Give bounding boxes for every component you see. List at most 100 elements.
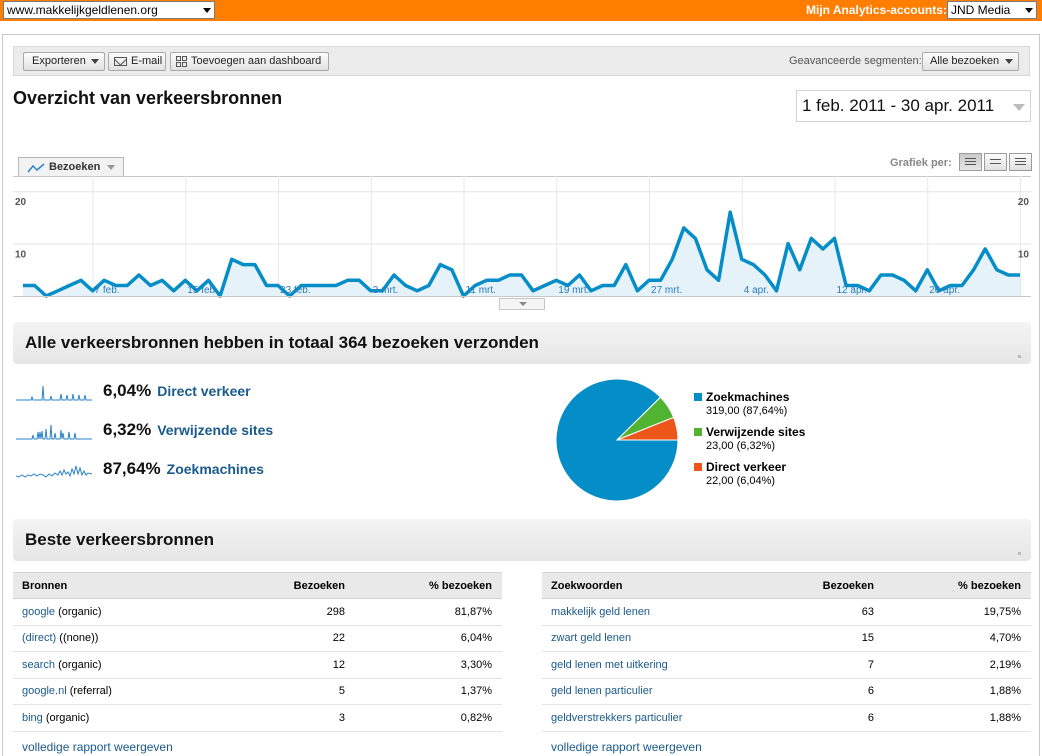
keywords-full-report-link[interactable]: volledige rapport weergeven xyxy=(551,740,702,754)
visits-cell: 5 xyxy=(233,678,345,705)
dashboard-icon xyxy=(176,56,187,67)
chevron-down-icon xyxy=(1025,8,1033,13)
legend-name: Zoekmachines xyxy=(706,390,790,404)
legend-value: 22,00 (6,04%) xyxy=(706,475,776,487)
source-link[interactable]: google xyxy=(22,606,55,618)
table-row: geldverstrekkers particulier 6 1,88% xyxy=(542,704,1031,732)
chevron-down-icon xyxy=(107,165,115,170)
visits-cell: 22 xyxy=(233,625,345,652)
best-sources-header: Beste verkeersbronnen xyxy=(13,519,1031,561)
summary-title: Alle verkeersbronnen hebben in totaal 36… xyxy=(25,333,539,352)
pct-cell: 19,75% xyxy=(874,598,1031,626)
column-header[interactable]: % bezoeken xyxy=(345,572,502,599)
x-tick-label: 20 apr. xyxy=(929,285,960,296)
envelope-icon xyxy=(114,57,127,66)
sources-full-report-link[interactable]: volledige rapport weergeven xyxy=(22,740,173,754)
source-medium: (referral) xyxy=(66,685,112,698)
visits-cell: 6 xyxy=(762,704,874,732)
graph-by-month-button[interactable] xyxy=(1009,153,1032,171)
top-bar: www.makkelijkgeldlenen.org Mijn Analytic… xyxy=(0,0,1042,21)
table-row: zwart geld lenen 15 4,70% xyxy=(542,625,1031,652)
keyword-link[interactable]: geld lenen met uitkering xyxy=(551,659,668,671)
keywords-table: Zoekwoorden Bezoeken % bezoeken makkelij… xyxy=(542,572,1031,732)
sparkline-referral xyxy=(16,424,92,440)
chevron-down-icon xyxy=(203,8,211,13)
add-to-dashboard-label: Toevoegen aan dashboard xyxy=(191,55,322,67)
pct-cell: 0,82% xyxy=(345,704,502,732)
y-tick-label-left: 20 xyxy=(15,197,27,208)
keyword-link[interactable]: geld lenen particulier xyxy=(551,685,653,697)
metric-select-tab[interactable]: Bezoeken xyxy=(18,157,124,176)
source-link[interactable]: (direct) xyxy=(22,632,56,644)
x-tick-label: 12 apr. xyxy=(837,285,868,296)
pct-cell: 1,37% xyxy=(345,678,502,705)
source-link-search[interactable]: Zoekmachines xyxy=(167,461,264,477)
x-tick-label: 23 feb. xyxy=(280,285,311,296)
source-link[interactable]: search xyxy=(22,659,55,671)
source-link[interactable]: google.nl xyxy=(22,685,67,697)
keyword-link[interactable]: zwart geld lenen xyxy=(551,632,631,644)
pct-cell: 1,88% xyxy=(874,704,1031,732)
page-title: Overzicht van verkeersbronnen xyxy=(13,88,283,108)
sources-table: Bronnen Bezoeken % bezoeken google (orga… xyxy=(13,572,502,732)
keyword-link[interactable]: geldverstrekkers particulier xyxy=(551,712,682,724)
graph-by-week-button[interactable] xyxy=(984,153,1007,171)
segments-select[interactable]: Alle bezoeken xyxy=(922,52,1019,71)
legend-name: Verwijzende sites xyxy=(706,425,806,439)
corner-decoration xyxy=(1018,552,1021,555)
visits-cell: 12 xyxy=(233,651,345,679)
x-tick-label: 19 mrt. xyxy=(558,285,589,296)
pct-cell: 3,30% xyxy=(345,651,502,679)
pct-cell: 6,04% xyxy=(345,625,502,652)
visits-cell: 6 xyxy=(762,678,874,705)
x-tick-label: 7 feb. xyxy=(95,285,120,296)
date-range-value: 1 feb. 2011 - 30 apr. 2011 xyxy=(802,96,995,115)
source-link-direct[interactable]: Direct verkeer xyxy=(157,383,250,399)
table-row: (direct) ((none)) 22 6,04% xyxy=(13,625,502,652)
source-link-referral[interactable]: Verwijzende sites xyxy=(157,422,273,438)
y-tick-label-right: 20 xyxy=(1018,197,1030,208)
keyword-link[interactable]: makkelijk geld lenen xyxy=(551,606,650,618)
y-tick-label-left: 10 xyxy=(15,250,27,261)
column-header[interactable]: Bezoeken xyxy=(762,572,874,599)
source-pct-referral: 6,32% xyxy=(103,420,152,439)
x-tick-label: 27 mrt. xyxy=(651,285,682,296)
legend-name: Direct verkeer xyxy=(706,460,787,474)
metric-tab-label: Bezoeken xyxy=(49,161,101,173)
graph-by-day-button[interactable] xyxy=(959,153,982,171)
account-select[interactable]: JND Media xyxy=(947,1,1037,19)
source-link[interactable]: bing xyxy=(22,712,43,724)
column-header[interactable]: Bezoeken xyxy=(233,572,345,599)
column-header[interactable]: Bronnen xyxy=(13,572,233,599)
column-header[interactable]: % bezoeken xyxy=(874,572,1031,599)
best-sources-title: Beste verkeersbronnen xyxy=(25,530,214,549)
pct-cell: 4,70% xyxy=(874,625,1031,652)
column-header[interactable]: Zoekwoorden xyxy=(542,572,762,599)
source-medium: (organic) xyxy=(55,658,102,671)
site-select[interactable]: www.makkelijkgeldlenen.org xyxy=(3,1,215,19)
visits-cell: 298 xyxy=(233,598,345,626)
chevron-down-icon xyxy=(1013,104,1025,111)
pct-cell: 1,88% xyxy=(874,678,1031,705)
chevron-down-icon xyxy=(1005,59,1013,64)
x-tick-label: 11 mrt. xyxy=(466,285,496,296)
table-row: geld lenen met uitkering 7 2,19% xyxy=(542,651,1031,679)
accounts-label: Mijn Analytics-accounts: xyxy=(806,3,947,17)
site-select-value: www.makkelijkgeldlenen.org xyxy=(7,3,158,17)
visits-chart: 20 20 10 10 7 feb. 15 feb. 23 feb. 3 mrt. 11 mrt… xyxy=(13,176,1031,298)
source-medium: (organic) xyxy=(42,711,90,724)
segments-label: Geavanceerde segmenten: xyxy=(789,55,922,67)
email-button[interactable]: E-mail xyxy=(108,52,166,71)
table-row: geld lenen particulier 6 1,88% xyxy=(542,678,1031,705)
line-chart-icon xyxy=(27,163,45,173)
email-button-label: E-mail xyxy=(131,55,163,67)
export-button[interactable]: Exporteren xyxy=(23,52,105,71)
source-medium: ((none)) xyxy=(56,632,99,645)
date-range-picker[interactable]: 1 feb. 2011 - 30 apr. 2011 xyxy=(796,90,1031,122)
legend-swatch xyxy=(694,393,702,401)
collapse-chart-handle[interactable] xyxy=(499,298,545,310)
add-to-dashboard-button[interactable]: Toevoegen aan dashboard xyxy=(170,52,329,71)
source-pct-search: 87,64% xyxy=(103,459,161,478)
table-row: makkelijk geld lenen 63 19,75% xyxy=(542,598,1031,626)
summary-header: Alle verkeersbronnen hebben in totaal 36… xyxy=(13,322,1031,364)
